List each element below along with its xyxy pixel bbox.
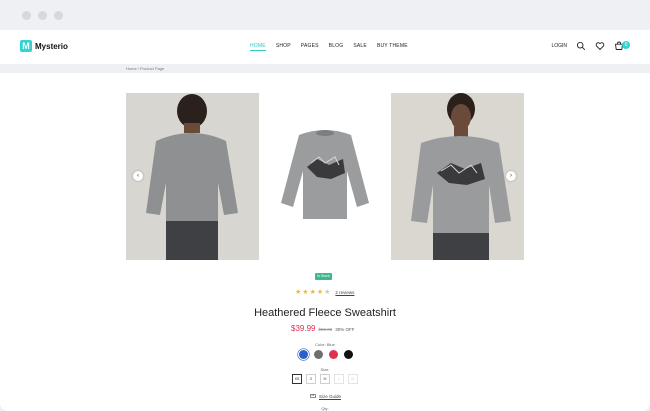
nav-item-home[interactable]: HOME [250, 43, 266, 51]
size-option-s[interactable]: S [306, 374, 316, 384]
main-nav: HOME SHOP PAGES BLOG SALE BUY THEME [250, 43, 408, 51]
sweater-illustration [259, 93, 392, 260]
breadcrumb-bar: Home / Product Page [0, 64, 650, 73]
discount-label: 30% OFF [335, 327, 355, 332]
size-option-m[interactable]: M [320, 374, 330, 384]
product-rating: ★ ★ ★ ★ ★ 2 reviews [295, 289, 354, 296]
nav-item-buy-theme[interactable]: BUY THEME [377, 43, 408, 51]
login-link[interactable]: LOGIN [551, 43, 567, 49]
logo-text: Mysterio [35, 41, 68, 51]
size-option-xs[interactable]: XS [292, 374, 302, 384]
product-title: Heathered Fleece Sweatshirt [254, 307, 396, 319]
breadcrumb: Home / Product Page [126, 66, 165, 71]
window-dot[interactable] [38, 11, 47, 20]
model-front-illustration [391, 93, 524, 260]
star-icon: ★ [309, 289, 316, 296]
size-label: Size: [320, 367, 330, 372]
price-row: $39.99 $55.00 30% OFF [291, 324, 355, 333]
color-label: Color: Blue [315, 342, 335, 347]
star-empty-icon: ★ [324, 289, 331, 296]
nav-item-sale[interactable]: SALE [353, 43, 367, 51]
logo-mark: M [20, 40, 32, 52]
nav-item-blog[interactable]: BLOG [329, 43, 344, 51]
size-options: XS S M L XL [292, 374, 358, 384]
site-logo[interactable]: M Mysterio [20, 40, 68, 52]
stock-badge: In Stock [315, 273, 332, 280]
size-guide-link[interactable]: Size Guide [310, 393, 341, 399]
star-icon: ★ [295, 289, 302, 296]
nav-item-pages[interactable]: PAGES [301, 43, 319, 51]
color-swatch-red[interactable] [329, 350, 338, 359]
gallery-image-product-flat[interactable] [259, 93, 392, 260]
window-dot[interactable] [22, 11, 31, 20]
color-swatch-blue[interactable] [299, 350, 308, 359]
header-tools: LOGIN 0 [551, 41, 630, 51]
product-gallery: ‹ › [126, 93, 524, 260]
cart-button[interactable]: 0 [614, 41, 630, 51]
size-option-l[interactable]: L [334, 374, 344, 384]
window-titlebar [0, 0, 650, 30]
heart-icon[interactable] [595, 41, 605, 51]
color-swatch-black[interactable] [344, 350, 353, 359]
cart-count-badge: 0 [622, 41, 630, 49]
star-icon: ★ [316, 289, 324, 296]
quantity-label: Qty: [321, 406, 329, 411]
product-page: M Mysterio HOME SHOP PAGES BLOG SALE BUY… [0, 30, 650, 411]
window-dot[interactable] [54, 11, 63, 20]
original-price: $55.00 [318, 327, 333, 332]
chevron-right-icon[interactable]: › [506, 171, 516, 181]
color-swatch-gray[interactable] [314, 350, 323, 359]
site-header: M Mysterio HOME SHOP PAGES BLOG SALE BUY… [0, 30, 650, 64]
model-back-illustration [126, 93, 259, 260]
star-icon: ★ [302, 289, 309, 296]
color-swatches [299, 350, 353, 359]
reviews-link[interactable]: 2 reviews [335, 290, 354, 295]
chevron-left-icon[interactable]: ‹ [133, 171, 143, 181]
gallery-image-model-front[interactable] [391, 93, 524, 260]
search-icon[interactable] [576, 41, 586, 51]
size-guide-label: Size Guide [319, 393, 342, 399]
sale-price: $39.99 [291, 324, 316, 333]
nav-item-shop[interactable]: SHOP [276, 43, 291, 51]
browser-window: M Mysterio HOME SHOP PAGES BLOG SALE BUY… [0, 0, 650, 411]
ruler-icon [310, 394, 316, 398]
gallery-image-model-back[interactable] [126, 93, 259, 260]
size-option-xl[interactable]: XL [348, 374, 358, 384]
